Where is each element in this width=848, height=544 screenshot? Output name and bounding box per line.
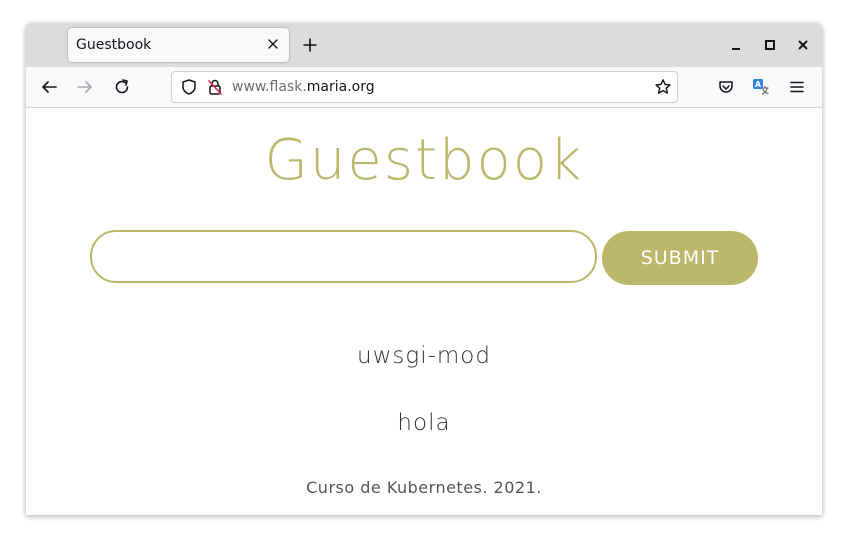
star-icon[interactable] xyxy=(654,78,672,96)
reload-icon[interactable] xyxy=(113,78,131,96)
submit-button[interactable]: SUBMIT xyxy=(602,231,758,285)
guestbook-input[interactable] xyxy=(90,230,597,283)
guestbook-entry: hola xyxy=(397,410,451,436)
url-prefix: www.flask. xyxy=(232,79,307,95)
menu-icon[interactable] xyxy=(788,78,806,96)
tab-guestbook[interactable]: Guestbook xyxy=(68,28,289,62)
page-content: Guestbook SUBMIT uwsgi-mod hola Curso de… xyxy=(26,108,822,515)
plus-icon[interactable] xyxy=(301,36,319,54)
svg-text:A: A xyxy=(755,80,762,89)
maximize-icon[interactable] xyxy=(761,36,779,54)
arrow-right-icon[interactable] xyxy=(76,78,94,96)
pocket-icon[interactable] xyxy=(717,78,735,96)
arrow-left-icon[interactable] xyxy=(40,78,58,96)
browser-window: Guestbook www.flask.maria.org A Guestboo… xyxy=(26,23,822,515)
url-bar[interactable]: www.flask.maria.org xyxy=(171,71,678,103)
tab-title: Guestbook xyxy=(76,37,152,53)
page-title: Guestbook xyxy=(264,128,584,193)
guestbook-entry: uwsgi-mod xyxy=(357,343,491,369)
shield-icon[interactable] xyxy=(180,78,198,96)
minimize-icon[interactable] xyxy=(727,36,745,54)
window-close-icon[interactable] xyxy=(794,36,812,54)
page-footer: Curso de Kubernetes. 2021. xyxy=(306,478,542,497)
translate-icon[interactable]: A xyxy=(752,78,770,96)
url-domain: maria.org xyxy=(306,79,375,95)
insecure-lock-icon[interactable] xyxy=(206,78,224,96)
url-text[interactable]: www.flask.maria.org xyxy=(232,79,375,95)
tab-bar: Guestbook xyxy=(26,23,822,67)
close-icon[interactable] xyxy=(265,36,281,52)
navigation-bar: www.flask.maria.org A xyxy=(26,67,822,108)
